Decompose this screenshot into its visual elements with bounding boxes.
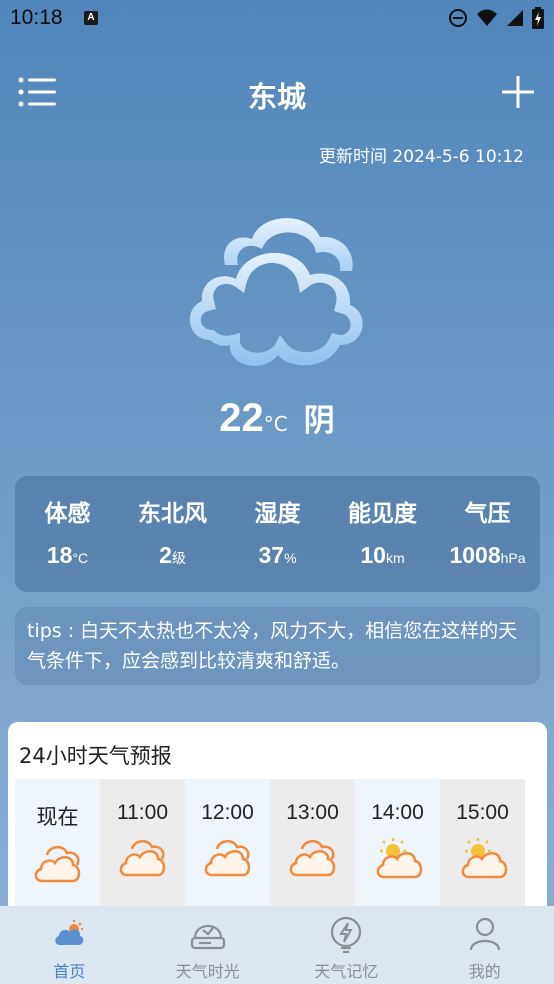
- forecast-title: 24小时天气预报: [19, 744, 172, 768]
- nav-home[interactable]: 首页: [0, 906, 139, 984]
- profile-icon: [416, 914, 554, 954]
- stat-humidity: 湿度 37%: [225, 476, 330, 592]
- stat-value: 18: [46, 542, 73, 568]
- nav-label: 首页: [53, 962, 86, 981]
- stat-unit: km: [385, 550, 405, 566]
- stat-unit: hPa: [500, 550, 526, 566]
- hour-item: 14:00: [355, 779, 440, 919]
- stat-value: 2: [159, 542, 172, 568]
- stat-label: 气压: [464, 501, 511, 527]
- stat-value: 1008: [449, 542, 501, 568]
- plus-icon: [502, 76, 534, 108]
- status-bar: 10:18 A: [0, 0, 554, 38]
- cloudy-icon: [270, 837, 355, 885]
- city-title[interactable]: 东城: [0, 74, 554, 116]
- status-icons: [448, 7, 544, 29]
- current-temp: 22: [219, 396, 264, 440]
- dnd-icon: [449, 9, 467, 27]
- hour-time: 12:00: [201, 801, 254, 824]
- add-city-button[interactable]: [500, 74, 536, 110]
- nav-weather-memory[interactable]: 天气记忆: [277, 906, 416, 984]
- nav-label: 天气记忆: [314, 962, 379, 981]
- cloudy-icon: [15, 843, 100, 891]
- hour-time: 现在: [36, 806, 79, 829]
- stat-unit: °C: [72, 550, 89, 566]
- nav-weather-time[interactable]: 天气时光: [139, 906, 278, 984]
- wifi-icon: [477, 9, 497, 26]
- home-weather-icon: [0, 914, 139, 954]
- current-weather: 22°C 阴: [0, 395, 554, 441]
- weather-time-icon: [139, 914, 278, 954]
- current-condition: 阴: [303, 403, 335, 439]
- overcast-cloud-icon: [180, 205, 380, 385]
- header: 东城: [0, 70, 554, 120]
- battery-icon: [532, 7, 544, 29]
- weather-stats-card: 体感 18°C 东北风 2级 湿度 37% 能见度 10km 气压 1008hP…: [15, 476, 540, 592]
- stat-unit: %: [284, 550, 297, 566]
- stat-value: 37: [258, 542, 285, 568]
- stat-label: 能见度: [348, 501, 417, 527]
- weather-memory-icon: [277, 914, 416, 954]
- hour-time: 11:00: [117, 801, 168, 824]
- status-time: 10:18: [10, 6, 63, 29]
- stat-pressure: 气压 1008hPa: [435, 476, 540, 592]
- bottom-nav: 首页 天气时光 天气记忆 我的: [0, 906, 554, 984]
- nav-label: 我的: [468, 962, 501, 981]
- stat-label: 体感: [44, 501, 91, 527]
- hour-item: 15:00: [440, 779, 525, 919]
- nav-profile[interactable]: 我的: [416, 906, 554, 984]
- hour-time: 14:00: [371, 801, 424, 824]
- notification-icon: A: [84, 11, 98, 25]
- stat-visibility: 能见度 10km: [330, 476, 435, 592]
- stat-label: 湿度: [254, 501, 301, 527]
- stat-feels-like: 体感 18°C: [15, 476, 120, 592]
- hour-item: 现在: [15, 779, 100, 919]
- partly-sunny-icon: [440, 837, 525, 887]
- stat-value: 10: [360, 542, 386, 568]
- nav-label: 天气时光: [175, 962, 240, 981]
- cloudy-icon: [185, 837, 270, 885]
- hour-time: 15:00: [456, 801, 509, 824]
- partly-sunny-icon: [355, 837, 440, 887]
- tips-card: tips : 白天不太热也不太冷，风力不大，相信您在这样的天气条件下，应会感到比…: [15, 607, 540, 685]
- hour-item: 13:00: [270, 779, 355, 919]
- hour-item: 11:00: [100, 779, 185, 919]
- cloudy-icon: [100, 837, 185, 885]
- temp-unit: °C: [263, 412, 288, 436]
- hour-item: 12:00: [185, 779, 270, 919]
- hourly-list[interactable]: 现在 11:00 12:00 13:00 14:00 15:00: [15, 779, 525, 919]
- stat-unit: 级: [171, 550, 186, 566]
- stat-wind: 东北风 2级: [120, 476, 225, 592]
- hour-time: 13:00: [286, 801, 339, 824]
- update-time: 更新时间 2024-5-6 10:12: [319, 147, 524, 167]
- signal-icon: [507, 10, 523, 26]
- stat-label: 东北风: [138, 501, 207, 527]
